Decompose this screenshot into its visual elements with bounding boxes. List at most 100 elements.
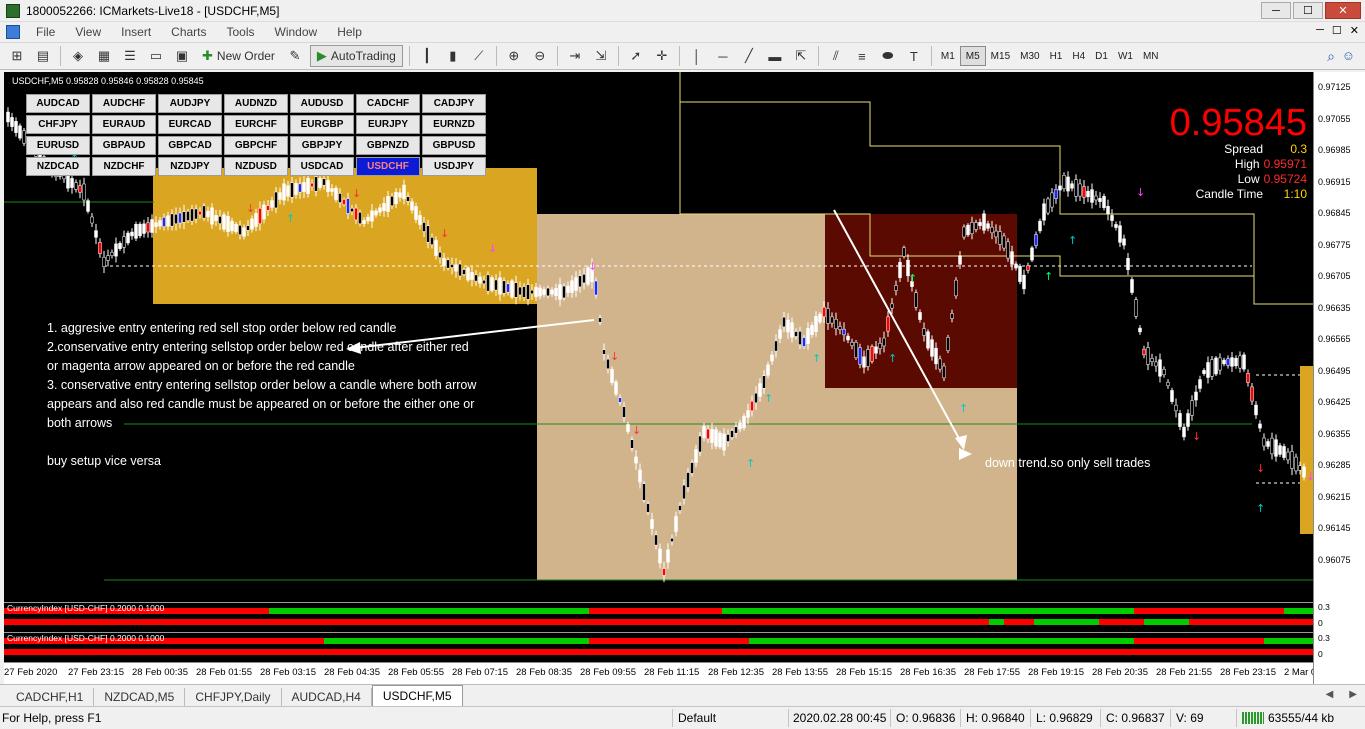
bar-chart-icon[interactable]: ┃ — [416, 45, 438, 67]
pair-button-eurcad[interactable]: EURCAD — [158, 115, 222, 134]
metaeditor-icon[interactable]: ✎ — [284, 45, 306, 67]
market-watch-icon[interactable]: ◈ — [67, 45, 89, 67]
pair-button-eurusd[interactable]: EURUSD — [26, 136, 90, 155]
pair-button-usdcad[interactable]: USDCAD — [290, 157, 354, 176]
candle-body — [294, 182, 298, 196]
minimize-button[interactable]: ─ — [1261, 2, 1291, 19]
pair-button-gbpnzd[interactable]: GBPNZD — [356, 136, 420, 155]
candle-body — [1058, 185, 1062, 191]
timeframe-h1[interactable]: H1 — [1045, 46, 1068, 66]
fibonacci-icon[interactable]: ≡ — [851, 45, 873, 67]
pair-button-cadjpy[interactable]: CADJPY — [422, 94, 486, 113]
chart-window[interactable]: ↑↑↓↑↓↓↓↓↓↓↑↑↑↑↑↑↑↑↓↓↑↓↓ USDCHF,M5 0.9582… — [4, 72, 1365, 684]
zoom-out-icon[interactable]: ⊖ — [529, 45, 551, 67]
pair-button-eurchf[interactable]: EURCHF — [224, 115, 288, 134]
ellipse-icon[interactable]: ⬬ — [877, 45, 899, 67]
pair-button-audnzd[interactable]: AUDNZD — [224, 94, 288, 113]
pair-button-gbpusd[interactable]: GBPUSD — [422, 136, 486, 155]
line-chart-icon[interactable]: ⟋ — [468, 45, 490, 67]
pair-button-audusd[interactable]: AUDUSD — [290, 94, 354, 113]
pair-button-eurgbp[interactable]: EURGBP — [290, 115, 354, 134]
mdi-restore-button[interactable]: ☐ — [1332, 24, 1342, 37]
mdi-close-button[interactable]: ✕ — [1350, 24, 1359, 37]
mdi-minimize-button[interactable]: ─ — [1316, 24, 1324, 37]
terminal-icon[interactable]: ▭ — [145, 45, 167, 67]
tab-usdchf-m5[interactable]: USDCHF,M5 — [371, 685, 463, 706]
pair-button-audjpy[interactable]: AUDJPY — [158, 94, 222, 113]
menu-help[interactable]: Help — [327, 25, 372, 39]
vertical-line-icon[interactable]: │ — [686, 45, 708, 67]
box-gold — [153, 168, 537, 304]
crosshair-icon[interactable]: ✛ — [651, 45, 673, 67]
timeframe-m30[interactable]: M30 — [1015, 46, 1044, 66]
menu-tools[interactable]: Tools — [217, 25, 265, 39]
auto-scroll-icon[interactable]: ⇲ — [590, 45, 612, 67]
timeframe-m1[interactable]: M1 — [936, 46, 960, 66]
zoom-in-icon[interactable]: ⊕ — [503, 45, 525, 67]
menu-insert[interactable]: Insert — [111, 25, 161, 39]
tab-scroll-left-icon[interactable]: ◀ — [1326, 689, 1334, 700]
candlestick-icon[interactable]: ▮ — [442, 45, 464, 67]
tab-chfjpy-daily[interactable]: CHFJPY,Daily — [185, 688, 282, 706]
menu-window[interactable]: Window — [265, 25, 328, 39]
menu-file[interactable]: File — [26, 25, 65, 39]
timeframe-h4[interactable]: H4 — [1067, 46, 1090, 66]
candle-body — [1294, 456, 1298, 472]
tab-audcad-h4[interactable]: AUDCAD,H4 — [282, 688, 372, 706]
new-order-button[interactable]: ✚ New Order — [197, 45, 280, 67]
price-axis[interactable]: 0.3 0 0.3 0 0.97125 0.97055 0.96985 0.96915… — [1313, 72, 1365, 684]
pair-button-gbpjpy[interactable]: GBPJPY — [290, 136, 354, 155]
timeframe-m15[interactable]: M15 — [986, 46, 1015, 66]
pair-button-nzdusd[interactable]: NZDUSD — [224, 157, 288, 176]
timeframe-w1[interactable]: W1 — [1113, 46, 1138, 66]
menu-charts[interactable]: Charts — [161, 25, 216, 39]
pair-button-gbpcad[interactable]: GBPCAD — [158, 136, 222, 155]
pair-button-euraud[interactable]: EURAUD — [92, 115, 156, 134]
buy-arrow-icon: ↑ — [1256, 502, 1265, 515]
data-window-icon[interactable]: ▦ — [93, 45, 115, 67]
menu-view[interactable]: View — [65, 25, 111, 39]
pair-button-audcad[interactable]: AUDCAD — [26, 94, 90, 113]
close-button[interactable]: ✕ — [1325, 2, 1361, 19]
pair-button-eurnzd[interactable]: EURNZD — [422, 115, 486, 134]
timeframe-mn[interactable]: MN — [1138, 46, 1164, 66]
pair-button-gbpaud[interactable]: GBPAUD — [92, 136, 156, 155]
tab-cadchf-h1[interactable]: CADCHF,H1 — [6, 688, 95, 706]
tester-icon[interactable]: ▣ — [171, 45, 193, 67]
autotrading-button[interactable]: ▶ AutoTrading — [309, 45, 403, 67]
indicator-pane-1[interactable]: CurrencyIndex [USD-CHF] 0.2000 0.1000 — [4, 602, 1313, 628]
pair-button-nzdjpy[interactable]: NZDJPY — [158, 157, 222, 176]
pair-button-eurjpy[interactable]: EURJPY — [356, 115, 420, 134]
community-icon[interactable]: ☺ — [1342, 48, 1355, 63]
search-icon[interactable]: ⌕ — [1327, 48, 1335, 65]
cursor-icon[interactable]: ➚ — [625, 45, 647, 67]
pair-button-cadchf[interactable]: CADCHF — [356, 94, 420, 113]
tab-nzdcad-m5[interactable]: NZDCAD,M5 — [94, 688, 186, 706]
pair-button-gbpchf[interactable]: GBPCHF — [224, 136, 288, 155]
pair-button-nzdcad[interactable]: NZDCAD — [26, 157, 90, 176]
arrows-icon[interactable]: ⇱ — [790, 45, 812, 67]
chart-shift-icon[interactable]: ⇥ — [564, 45, 586, 67]
candle-body — [1078, 183, 1082, 197]
pair-button-usdchf[interactable]: USDCHF — [356, 157, 420, 176]
profiles-icon[interactable]: ▤ — [32, 45, 54, 67]
pair-button-usdjpy[interactable]: USDJPY — [422, 157, 486, 176]
text-tool-icon[interactable]: T — [903, 45, 925, 67]
rectangle-icon[interactable]: ▬ — [764, 45, 786, 67]
trendline-icon[interactable]: ╱ — [738, 45, 760, 67]
pair-button-chfjpy[interactable]: CHFJPY — [26, 115, 90, 134]
candle-body — [934, 347, 938, 365]
maximize-button[interactable]: ☐ — [1293, 2, 1323, 19]
pair-button-audchf[interactable]: AUDCHF — [92, 94, 156, 113]
tab-scroll-right-icon[interactable]: ▶ — [1349, 689, 1357, 700]
timeframe-d1[interactable]: D1 — [1090, 46, 1113, 66]
new-chart-icon[interactable]: ⊞ — [6, 45, 28, 67]
channel-icon[interactable]: ⫽ — [825, 45, 847, 67]
indicator-pane-2[interactable]: CurrencyIndex [USD-CHF] 0.2000 0.1000 — [4, 632, 1313, 658]
horizontal-line-icon[interactable]: ─ — [712, 45, 734, 67]
navigator-icon[interactable]: ☰ — [119, 45, 141, 67]
timeframe-m5[interactable]: M5 — [959, 46, 986, 66]
candle-body — [658, 548, 662, 564]
pair-button-nzdchf[interactable]: NZDCHF — [92, 157, 156, 176]
indicator-bar — [1284, 608, 1313, 614]
